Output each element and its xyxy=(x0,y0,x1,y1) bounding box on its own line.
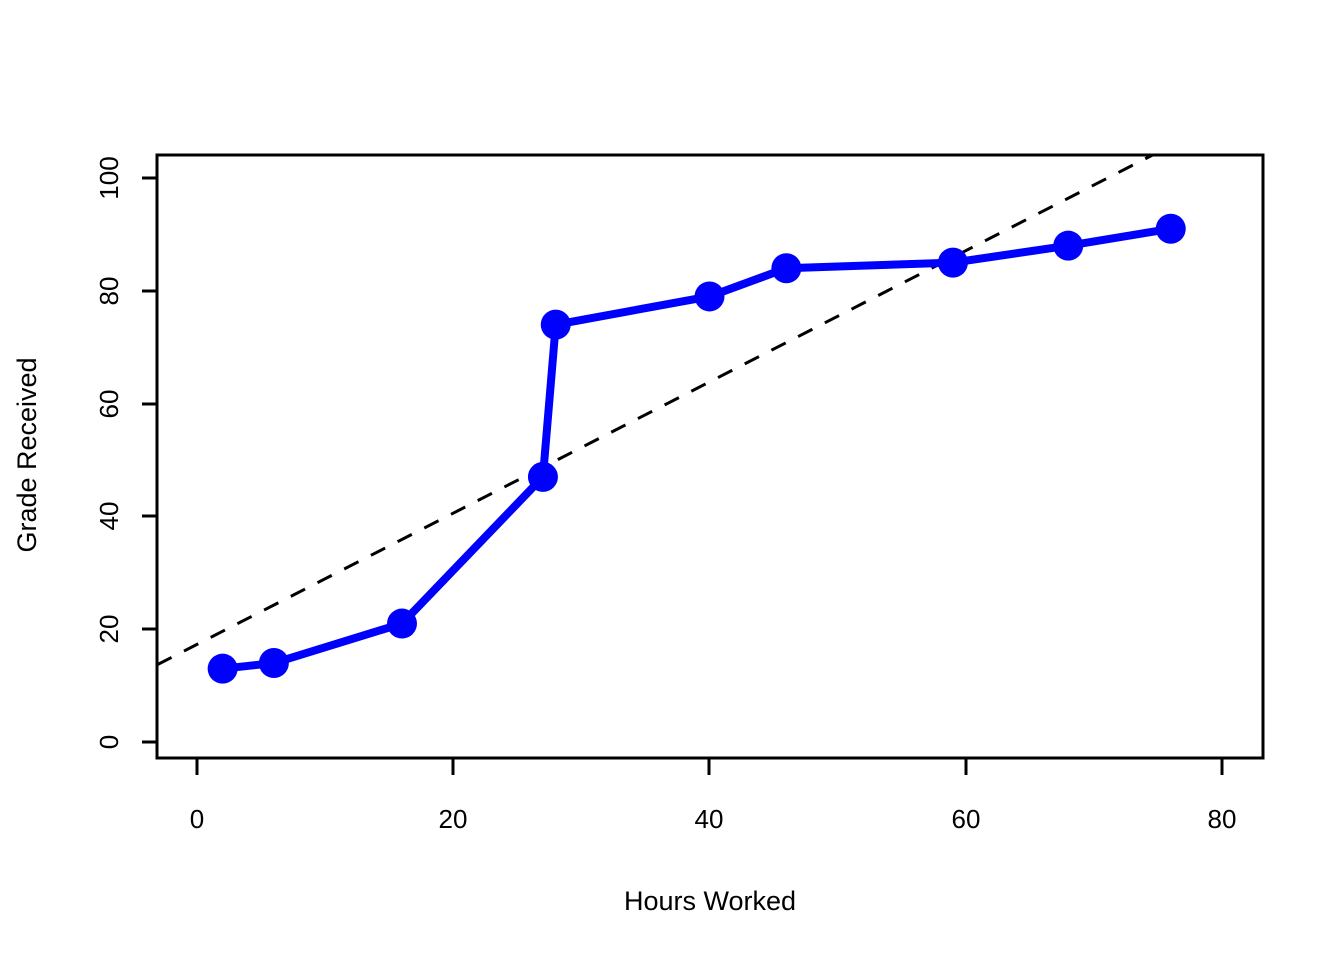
x-tick-label: 20 xyxy=(439,804,468,834)
y-tick-label: 0 xyxy=(94,735,124,749)
y-tick-label: 20 xyxy=(94,615,124,644)
x-tick-label: 60 xyxy=(952,804,981,834)
data-point-marker xyxy=(527,461,558,492)
y-axis-ticks xyxy=(142,176,157,744)
data-point-markers xyxy=(207,213,1186,684)
regression-line xyxy=(158,156,1154,667)
data-point-marker xyxy=(1155,213,1186,244)
x-tick-label: 40 xyxy=(695,804,724,834)
y-tick-label: 40 xyxy=(94,502,124,531)
y-tick-label: 100 xyxy=(94,156,124,199)
x-tick-label: 80 xyxy=(1208,804,1237,834)
data-point-marker xyxy=(540,309,571,340)
x-axis-ticks xyxy=(195,758,1224,775)
chart-canvas: 0 20 40 60 80 100 0 20 40 60 80 Hours Wo… xyxy=(0,0,1344,960)
data-point-marker xyxy=(387,608,417,639)
x-axis-tick-labels: 0 20 40 60 80 xyxy=(190,804,1237,834)
data-point-marker xyxy=(694,281,725,312)
y-tick-label: 60 xyxy=(94,390,124,419)
plot-box-border xyxy=(155,153,1265,760)
data-point-marker xyxy=(771,253,802,284)
y-tick-label: 80 xyxy=(94,277,124,306)
data-point-marker xyxy=(1053,230,1084,261)
data-point-marker xyxy=(207,653,238,684)
x-tick-label: 0 xyxy=(190,804,204,834)
data-point-marker xyxy=(937,247,968,278)
y-axis-title: Grade Received xyxy=(12,357,42,552)
y-axis-tick-labels: 0 20 40 60 80 100 xyxy=(94,156,124,749)
x-axis-title: Hours Worked xyxy=(624,886,796,916)
scatter-line-plot: 0 20 40 60 80 100 0 20 40 60 80 Hours Wo… xyxy=(12,153,1265,916)
data-point-marker xyxy=(258,648,289,679)
